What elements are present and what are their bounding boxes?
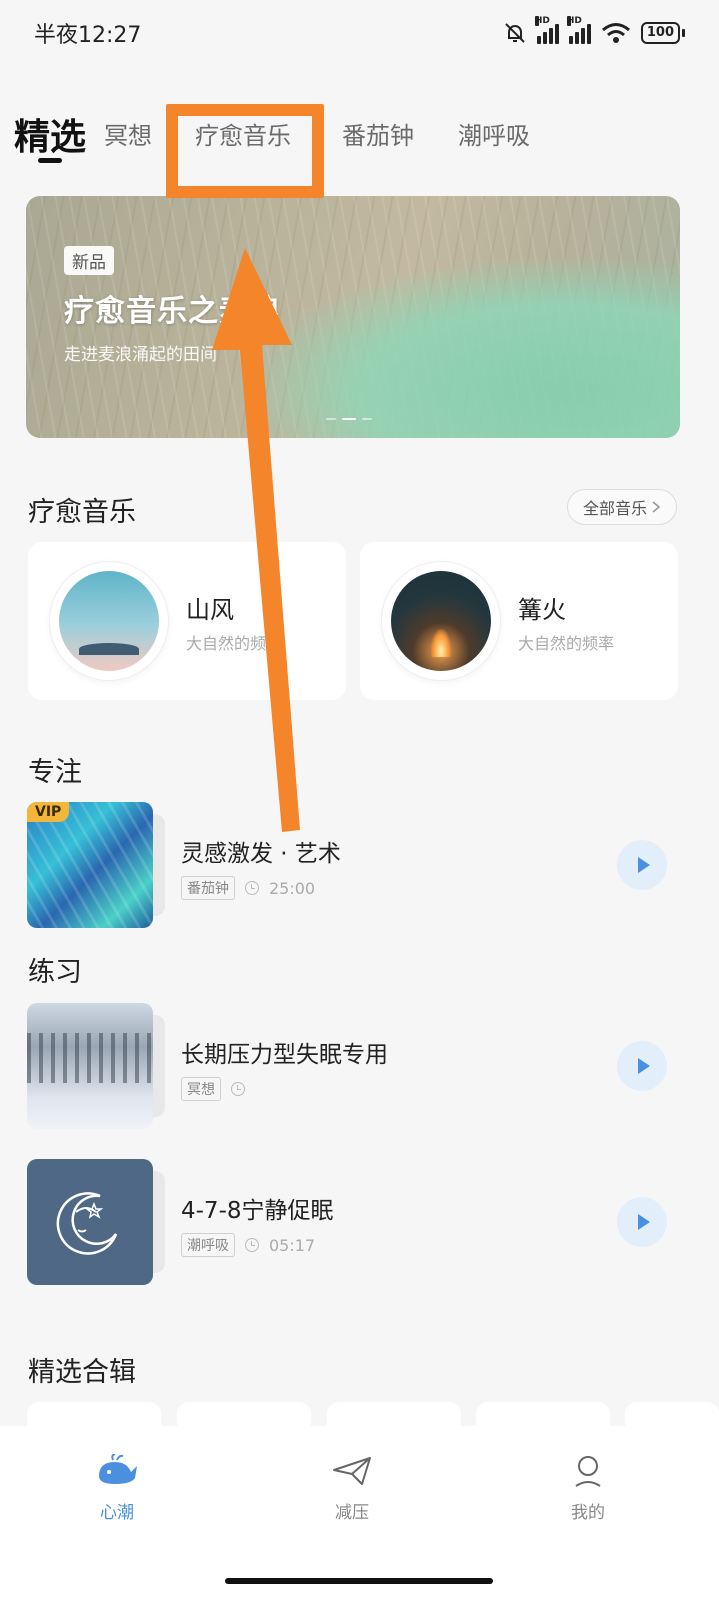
battery-icon: 100 (640, 22, 685, 44)
status-icons: HD HD 100 (503, 16, 685, 45)
tab-featured[interactable]: 精选 (14, 108, 86, 160)
list-item[interactable]: VIP 灵感激发 · 艺术 番茄钟 25:00 (27, 802, 693, 928)
nav-item-xinchao[interactable]: 心潮 (72, 1453, 162, 1523)
clock-icon (245, 1238, 259, 1252)
bottom-nav: 心潮 减压 我的 (0, 1426, 719, 1600)
music-card-mountain-wind[interactable]: 山风 大自然的频率 (28, 542, 346, 700)
music-disc (382, 562, 500, 680)
all-music-label: 全部音乐 (582, 499, 647, 518)
item-tag: 冥想 (181, 1077, 221, 1101)
nav-item-jianya[interactable]: 减压 (307, 1454, 397, 1523)
whale-icon (99, 1453, 137, 1484)
play-button[interactable] (617, 1041, 667, 1091)
item-duration: 05:17 (269, 1235, 316, 1255)
item-meta: 潮呼吸 05:17 (181, 1233, 315, 1257)
tab-meditation[interactable]: 冥想 (104, 116, 152, 151)
section-title-collections: 精选合辑 (28, 1357, 136, 1388)
annotation-highlight-box (166, 104, 324, 198)
banner-pager (326, 418, 372, 420)
music-card-desc: 大自然的频率 (518, 634, 615, 653)
section-title-practice: 练习 (28, 957, 82, 988)
chevron-right-icon (652, 501, 661, 513)
item-tag: 潮呼吸 (181, 1233, 235, 1257)
item-cover-image (27, 1003, 153, 1129)
bell-muted-icon (505, 23, 525, 43)
signal-icon: HD (566, 16, 591, 44)
play-icon (637, 857, 650, 873)
banner-subtitle: 走进麦浪涌起的田间 (64, 345, 217, 365)
music-disc (50, 562, 168, 680)
item-title: 灵感激发 · 艺术 (181, 841, 341, 867)
play-button[interactable] (617, 840, 667, 890)
play-button[interactable] (617, 1197, 667, 1247)
person-icon (575, 1456, 601, 1487)
item-meta: 冥想 (181, 1077, 255, 1101)
play-icon (637, 1214, 650, 1230)
vip-badge: VIP (27, 802, 70, 822)
status-bar: 半夜12:27 HD HD 100 (0, 0, 719, 66)
wifi-icon (601, 23, 630, 43)
active-tab-indicator (38, 158, 62, 163)
nav-label: 心潮 (100, 1503, 134, 1523)
item-title: 长期压力型失眠专用 (181, 1042, 388, 1068)
mountain-wind-cover (59, 571, 159, 671)
all-music-button[interactable]: 全部音乐 (567, 489, 677, 525)
play-icon (637, 1058, 650, 1074)
banner-title: 疗愈音乐之麦浪 (64, 294, 281, 329)
item-cover-image: VIP (27, 802, 153, 928)
list-item[interactable]: 长期压力型失眠专用 冥想 (27, 1003, 693, 1129)
signal-icon: HD (534, 16, 559, 44)
promo-banner[interactable]: 新品 疗愈音乐之麦浪 走进麦浪涌起的田间 (26, 196, 680, 438)
item-duration: 25:00 (269, 878, 316, 898)
music-card-name: 山风 (186, 596, 234, 624)
status-time: 半夜12:27 (34, 23, 142, 48)
banner-new-badge: 新品 (64, 246, 114, 275)
list-item[interactable]: 4-7-8宁静促眠 潮呼吸 05:17 (27, 1159, 693, 1285)
nav-label: 减压 (335, 1503, 369, 1523)
item-title: 4-7-8宁静促眠 (181, 1198, 334, 1224)
top-tabs: 精选 冥想 疗愈音乐 番茄钟 潮呼吸 (0, 100, 719, 170)
bonfire-cover (391, 571, 491, 671)
music-card-desc: 大自然的频率 (186, 634, 283, 653)
nav-item-wode[interactable]: 我的 (543, 1454, 633, 1523)
clock-icon (245, 881, 259, 895)
moon-icon (56, 1192, 118, 1255)
home-indicator (225, 1578, 493, 1584)
clock-icon (231, 1082, 245, 1096)
paper-plane-icon (333, 1457, 371, 1485)
item-cover-image (27, 1159, 153, 1285)
battery-level: 100 (640, 22, 680, 44)
nav-label: 我的 (571, 1503, 605, 1523)
section-title-healing-music: 疗愈音乐 (28, 497, 136, 528)
section-title-focus: 专注 (28, 757, 82, 788)
banner-wave-decoration (240, 258, 680, 438)
music-card-name: 篝火 (518, 596, 566, 624)
tab-tidal-breath[interactable]: 潮呼吸 (458, 116, 530, 151)
tab-pomodoro[interactable]: 番茄钟 (342, 116, 414, 151)
item-tag: 番茄钟 (181, 876, 235, 900)
item-meta: 番茄钟 25:00 (181, 876, 315, 900)
music-card-bonfire[interactable]: 篝火 大自然的频率 (360, 542, 678, 700)
